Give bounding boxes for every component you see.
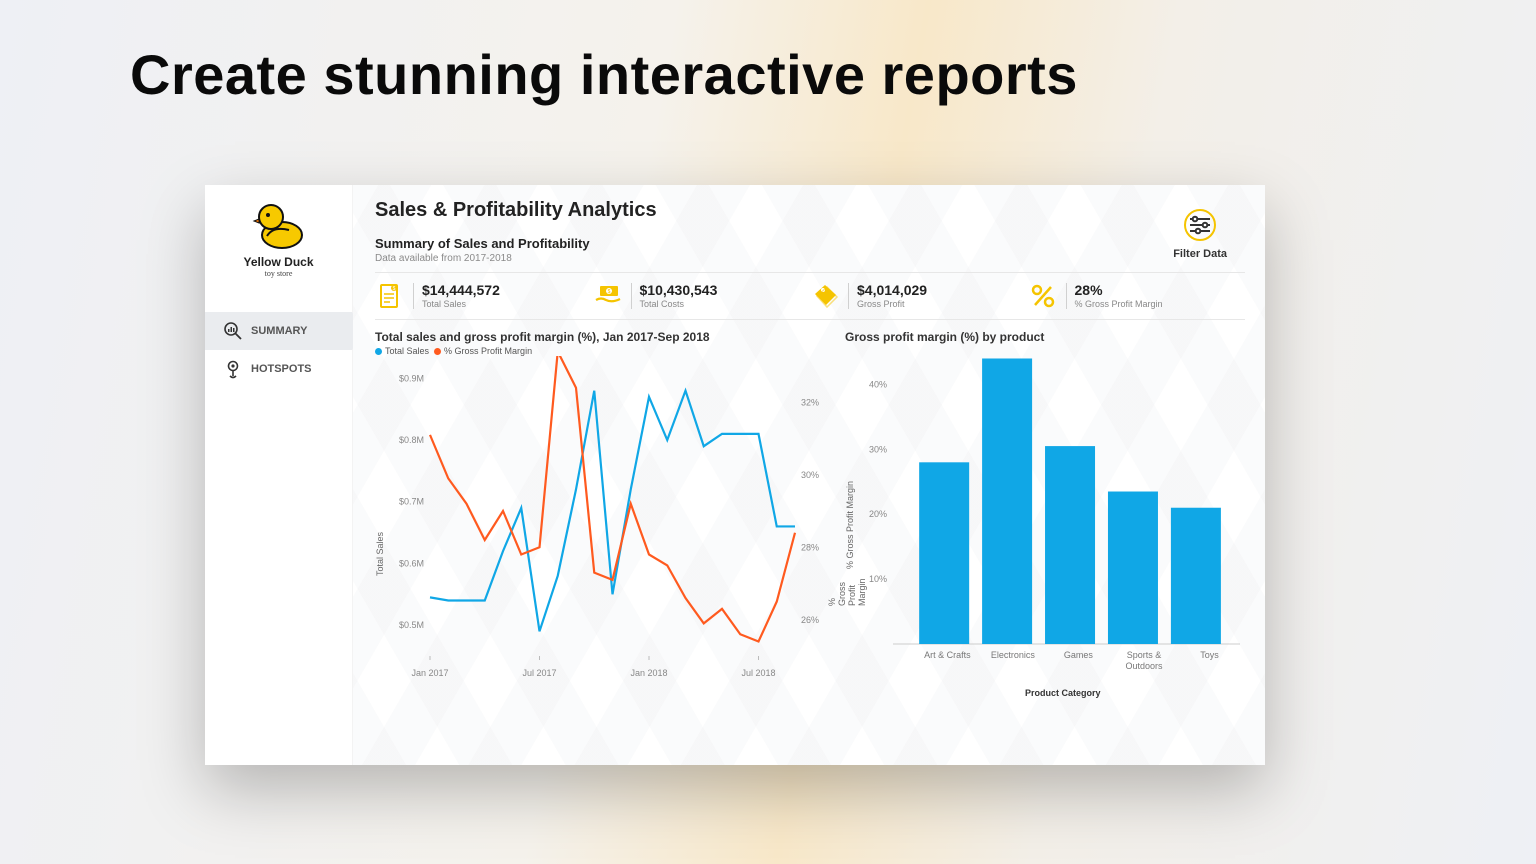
svg-text:10%: 10% [869, 574, 887, 584]
hero-title: Create stunning interactive reports [130, 42, 1078, 107]
invoice-icon: $ [375, 281, 405, 311]
bar-chart-title: Gross profit margin (%) by product [845, 330, 1245, 344]
svg-text:$0.8M: $0.8M [399, 435, 424, 445]
kpi-value: $14,444,572 [422, 283, 500, 297]
svg-text:Electronics: Electronics [991, 650, 1036, 660]
main-area: Sales & Profitability Analytics Summary … [353, 185, 1265, 765]
svg-text:32%: 32% [801, 397, 819, 407]
svg-text:$0.7M: $0.7M [399, 497, 424, 507]
svg-text:Jan 2017: Jan 2017 [411, 668, 448, 678]
svg-text:Games: Games [1064, 650, 1094, 660]
bar-y-axis-label: % Gross Profit Margin [845, 481, 855, 569]
kpi-total-sales: $ $14,444,572 Total Sales [375, 281, 593, 311]
kpi-gross-profit: $4,014,029 Gross Profit [810, 281, 1028, 311]
kpi-label: Total Sales [422, 299, 500, 309]
sidebar-item-label: HOTSPOTS [251, 363, 312, 375]
sidebar: Yellow Duck toy store SUMMARY HOTSPOTS [205, 185, 353, 765]
svg-text:Art & Crafts: Art & Crafts [924, 650, 971, 660]
svg-text:Sports &: Sports & [1127, 650, 1162, 660]
kpi-label: % Gross Profit Margin [1075, 299, 1163, 309]
svg-text:$0.6M: $0.6M [399, 558, 424, 568]
legend-dot-margin [434, 348, 441, 355]
svg-text:26%: 26% [801, 615, 819, 625]
brand-logo [249, 197, 309, 251]
svg-text:$: $ [393, 286, 396, 292]
svg-text:30%: 30% [801, 470, 819, 480]
svg-text:Outdoors: Outdoors [1125, 661, 1163, 671]
svg-text:30%: 30% [869, 444, 887, 454]
kpi-margin: 28% % Gross Profit Margin [1028, 281, 1246, 311]
kpi-value: 28% [1075, 283, 1163, 297]
tag-icon [810, 281, 840, 311]
charts-row: Total sales and gross profit margin (%),… [375, 330, 1245, 696]
bar-chart: Gross profit margin (%) by product % Gro… [845, 330, 1245, 696]
pin-icon [223, 359, 243, 379]
kpi-row: $ $14,444,572 Total Sales $ $10,430,543 To… [375, 281, 1245, 320]
svg-text:$0.9M: $0.9M [399, 373, 424, 383]
svg-text:$0.5M: $0.5M [399, 620, 424, 630]
kpi-total-costs: $ $10,430,543 Total Costs [593, 281, 811, 311]
bar-chart-svg: 10% 20% 30% 40% Art & Crafts Electronics Games… [845, 344, 1245, 696]
svg-text:Jul 2017: Jul 2017 [522, 668, 556, 678]
kpi-value: $10,430,543 [640, 283, 718, 297]
page-title: Sales & Profitability Analytics [375, 199, 1245, 222]
brand-name: Yellow Duck [243, 255, 313, 269]
dashboard-panel: Yellow Duck toy store SUMMARY HOTSPOTS S… [205, 185, 1265, 765]
page-subtitle: Summary of Sales and Profitability [375, 236, 1245, 251]
svg-text:28%: 28% [801, 542, 819, 552]
legend-label: Total Sales [385, 346, 429, 356]
filter-label: Filter Data [1173, 248, 1227, 260]
svg-text:Jan 2018: Jan 2018 [630, 668, 667, 678]
y1-axis-label: Total Sales [375, 532, 385, 576]
kpi-value: $4,014,029 [857, 283, 927, 297]
cash-hand-icon: $ [593, 281, 623, 311]
nav: SUMMARY HOTSPOTS [205, 312, 352, 388]
sidebar-item-summary[interactable]: SUMMARY [205, 312, 352, 350]
svg-text:40%: 40% [869, 379, 887, 389]
sidebar-item-label: SUMMARY [251, 325, 307, 337]
filter-icon [1180, 209, 1220, 241]
brand-tag: toy store [265, 269, 293, 278]
legend-label: % Gross Profit Margin [444, 346, 532, 356]
line-chart-legend: Total Sales % Gross Profit Margin [375, 346, 835, 356]
line-chart-svg: $0.5M $0.6M $0.7M $0.8M $0.9M 26% 28% 30% 32% Jan… [375, 356, 835, 696]
svg-text:$: $ [607, 289, 610, 295]
kpi-label: Gross Profit [857, 299, 927, 309]
legend-dot-sales [375, 348, 382, 355]
svg-text:Toys: Toys [1200, 650, 1219, 660]
svg-text:Jul 2018: Jul 2018 [741, 668, 775, 678]
filter-data-button[interactable]: Filter Data [1173, 209, 1227, 260]
line-chart-title: Total sales and gross profit margin (%),… [375, 330, 835, 344]
percent-icon [1028, 281, 1058, 311]
bar-x-axis-label: Product Category [1025, 688, 1101, 698]
svg-text:20%: 20% [869, 509, 887, 519]
sidebar-item-hotspots[interactable]: HOTSPOTS [205, 350, 352, 388]
magnify-chart-icon [223, 321, 243, 341]
line-chart: Total sales and gross profit margin (%),… [375, 330, 835, 696]
kpi-label: Total Costs [640, 299, 718, 309]
data-availability: Data available from 2017-2018 [375, 253, 1245, 273]
